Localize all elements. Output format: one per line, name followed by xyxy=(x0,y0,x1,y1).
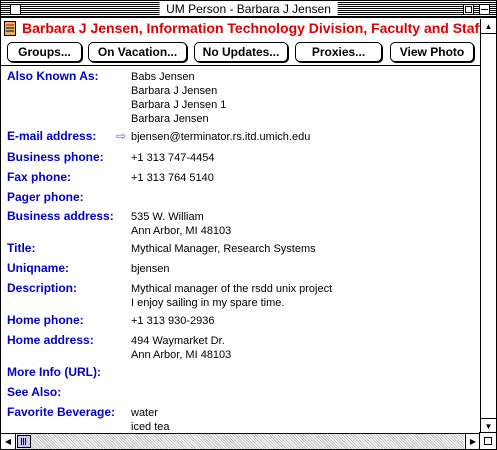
field-value: 494 Waymarket Dr. Ann Arbor, MI 48103 xyxy=(131,334,231,362)
title-bar[interactable]: UM Person - Barbara J Jensen xyxy=(1,1,496,18)
field-value: +1 313 747-4454 xyxy=(131,152,215,164)
field-label: Business phone: xyxy=(7,150,104,164)
address-line: Ann Arbor, MI 48103 xyxy=(131,225,232,237)
address-line: 535 W. William xyxy=(131,211,204,223)
view-photo-button[interactable]: View Photo xyxy=(390,42,474,62)
collapse-box[interactable] xyxy=(479,4,490,15)
scroll-up-arrow-icon[interactable]: ▲ xyxy=(481,19,496,34)
vertical-scrollbar[interactable]: ▲ ▼ xyxy=(480,19,496,433)
field-label: Fax phone: xyxy=(7,170,72,184)
field-label: Uniqname: xyxy=(7,261,70,275)
aka-line: Babs Jensen xyxy=(131,71,195,83)
scroll-thumb[interactable] xyxy=(17,435,31,448)
button-bar: Groups... On Vacation... No Updates... P… xyxy=(1,40,480,65)
field-value: Mythical manager of the rsdd unix projec… xyxy=(131,282,332,310)
header-text: Barbara J Jensen, Information Technology… xyxy=(22,20,480,36)
on-vacation-button[interactable]: On Vacation... xyxy=(88,42,187,62)
description-line: Mythical manager of the rsdd unix projec… xyxy=(131,283,333,295)
document-icon xyxy=(4,21,16,36)
field-label: Business address: xyxy=(7,209,114,223)
right-arrow-icon[interactable]: ⇨ xyxy=(116,129,126,143)
field-value: Mythical Manager, Research Systems xyxy=(131,243,316,255)
field-label: Also Known As: xyxy=(7,69,99,83)
person-header: Barbara J Jensen, Information Technology… xyxy=(1,19,480,39)
grow-box[interactable] xyxy=(479,432,496,449)
person-details: Also Known As: Babs Jensen Barbara J Jen… xyxy=(1,66,480,433)
scroll-down-arrow-icon[interactable]: ▼ xyxy=(481,418,496,433)
um-person-window: UM Person - Barbara J Jensen Barbara J J… xyxy=(0,0,497,450)
field-label: Pager phone: xyxy=(7,190,84,204)
aka-line: Barbara Jensen xyxy=(131,113,209,125)
no-updates-button[interactable]: No Updates... xyxy=(194,42,288,62)
field-label: More Info (URL): xyxy=(7,365,101,379)
close-box[interactable] xyxy=(10,4,21,15)
proxies-button[interactable]: Proxies... xyxy=(295,42,382,62)
groups-button[interactable]: Groups... xyxy=(7,42,82,62)
email-value[interactable]: bjensen@terminator.rs.itd.umich.edu xyxy=(131,130,310,144)
scroll-left-arrow-icon[interactable]: ◀ xyxy=(1,434,16,449)
field-label: See Also: xyxy=(7,385,62,399)
window-title: UM Person - Barbara J Jensen xyxy=(159,2,338,16)
beverage-line: iced tea xyxy=(131,421,170,433)
field-label: Home address: xyxy=(7,333,94,347)
field-label: E-mail address: xyxy=(7,129,97,143)
aka-line: Barbara J Jensen 1 xyxy=(131,99,227,111)
description-line: I enjoy sailing in my spare time. xyxy=(131,297,285,309)
field-label: Home phone: xyxy=(7,313,84,327)
zoom-box[interactable] xyxy=(463,4,474,15)
field-value: +1 313 930-2936 xyxy=(131,315,215,327)
field-value: Babs Jensen Barbara J Jensen Barbara J J… xyxy=(131,70,226,126)
address-line: 494 Waymarket Dr. xyxy=(131,335,225,347)
horizontal-scrollbar[interactable]: ◀ ▶ xyxy=(1,433,480,449)
field-label: Description: xyxy=(7,281,78,295)
scroll-track[interactable] xyxy=(17,434,464,449)
field-label: Favorite Beverage: xyxy=(7,405,116,419)
scroll-right-arrow-icon[interactable]: ▶ xyxy=(465,434,480,449)
field-value: water iced tea xyxy=(131,406,170,433)
field-value: bjensen xyxy=(131,263,170,275)
field-value: 535 W. William Ann Arbor, MI 48103 xyxy=(131,210,231,238)
field-value: +1 313 764 5140 xyxy=(131,172,214,184)
aka-line: Barbara J Jensen xyxy=(131,85,218,97)
field-label: Title: xyxy=(7,241,36,255)
beverage-line: water xyxy=(131,407,158,419)
address-line: Ann Arbor, MI 48103 xyxy=(131,349,232,361)
